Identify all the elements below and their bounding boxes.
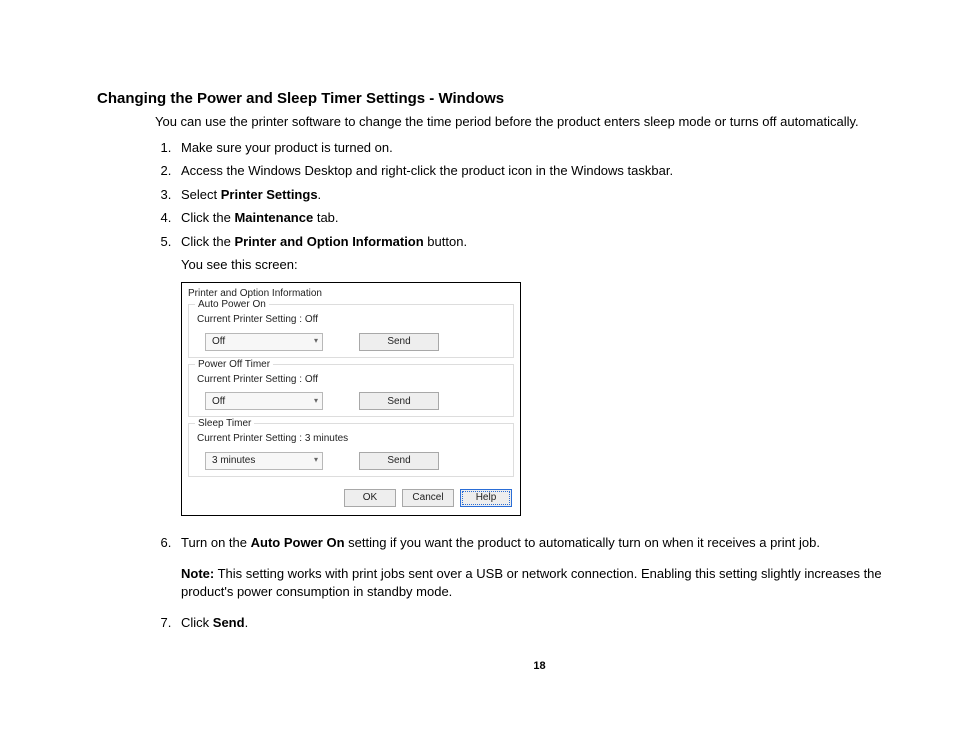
auto-power-value: Off <box>212 335 225 349</box>
step-6-note: Note: This setting works with print jobs… <box>181 565 895 600</box>
power-off-dropdown[interactable]: Off ▾ <box>205 392 323 410</box>
auto-power-dropdown[interactable]: Off ▾ <box>205 333 323 351</box>
ok-button[interactable]: OK <box>344 489 396 507</box>
step-6-text-c: setting if you want the product to autom… <box>345 535 820 550</box>
step-7-bold: Send <box>213 615 245 630</box>
step-4-text-a: Click the <box>181 210 234 225</box>
group-label-sleep: Sleep Timer <box>195 417 254 431</box>
step-5: Click the Printer and Option Information… <box>175 233 895 516</box>
step-6: Turn on the Auto Power On setting if you… <box>175 534 895 601</box>
step-4-bold: Maintenance <box>234 210 313 225</box>
chevron-down-icon: ▾ <box>314 455 318 466</box>
step-4: Click the Maintenance tab. <box>175 209 895 227</box>
step-3: Select Printer Settings. <box>175 186 895 204</box>
sleep-dropdown[interactable]: 3 minutes ▾ <box>205 452 323 470</box>
step-3-text-a: Select <box>181 187 221 202</box>
step-4-text-c: tab. <box>313 210 338 225</box>
step-6-bold: Auto Power On <box>251 535 345 550</box>
power-off-value: Off <box>212 395 225 409</box>
page-number: 18 <box>155 660 924 672</box>
sleep-send-button[interactable]: Send <box>359 452 439 470</box>
note-text: This setting works with print jobs sent … <box>181 566 882 599</box>
step-5-bold: Printer and Option Information <box>234 234 423 249</box>
chevron-down-icon: ▾ <box>314 396 318 407</box>
step-5-text-c: button. <box>424 234 467 249</box>
power-off-send-button[interactable]: Send <box>359 392 439 410</box>
note-label: Note: <box>181 566 214 581</box>
page-title: Changing the Power and Sleep Timer Setti… <box>97 90 924 107</box>
power-off-current: Current Printer Setting : Off <box>197 373 507 387</box>
step-7: Click Send. <box>175 614 895 632</box>
step-3-text-c: . <box>318 187 322 202</box>
dialog-screenshot: Printer and Option Information Auto Powe… <box>181 282 521 516</box>
chevron-down-icon: ▾ <box>314 336 318 347</box>
steps-list: Make sure your product is turned on. Acc… <box>155 139 895 632</box>
intro-text: You can use the printer software to chan… <box>155 113 875 131</box>
step-2: Access the Windows Desktop and right-cli… <box>175 162 895 180</box>
help-button[interactable]: Help <box>460 489 512 507</box>
sleep-value: 3 minutes <box>212 454 255 468</box>
group-auto-power-on: Auto Power On Current Printer Setting : … <box>188 304 514 358</box>
sleep-current: Current Printer Setting : 3 minutes <box>197 432 507 446</box>
group-label-auto-power: Auto Power On <box>195 298 269 312</box>
step-7-text-c: . <box>245 615 249 630</box>
step-7-text-a: Click <box>181 615 213 630</box>
group-label-power-off: Power Off Timer <box>195 358 273 372</box>
cancel-button[interactable]: Cancel <box>402 489 454 507</box>
auto-power-current: Current Printer Setting : Off <box>197 313 507 327</box>
step-6-text-a: Turn on the <box>181 535 251 550</box>
auto-power-send-button[interactable]: Send <box>359 333 439 351</box>
step-3-bold: Printer Settings <box>221 187 318 202</box>
dialog-buttons: OK Cancel Help <box>182 483 520 515</box>
step-5-text-a: Click the <box>181 234 234 249</box>
step-1: Make sure your product is turned on. <box>175 139 895 157</box>
group-power-off-timer: Power Off Timer Current Printer Setting … <box>188 364 514 418</box>
step-5-sub: You see this screen: <box>181 256 895 274</box>
group-sleep-timer: Sleep Timer Current Printer Setting : 3 … <box>188 423 514 477</box>
